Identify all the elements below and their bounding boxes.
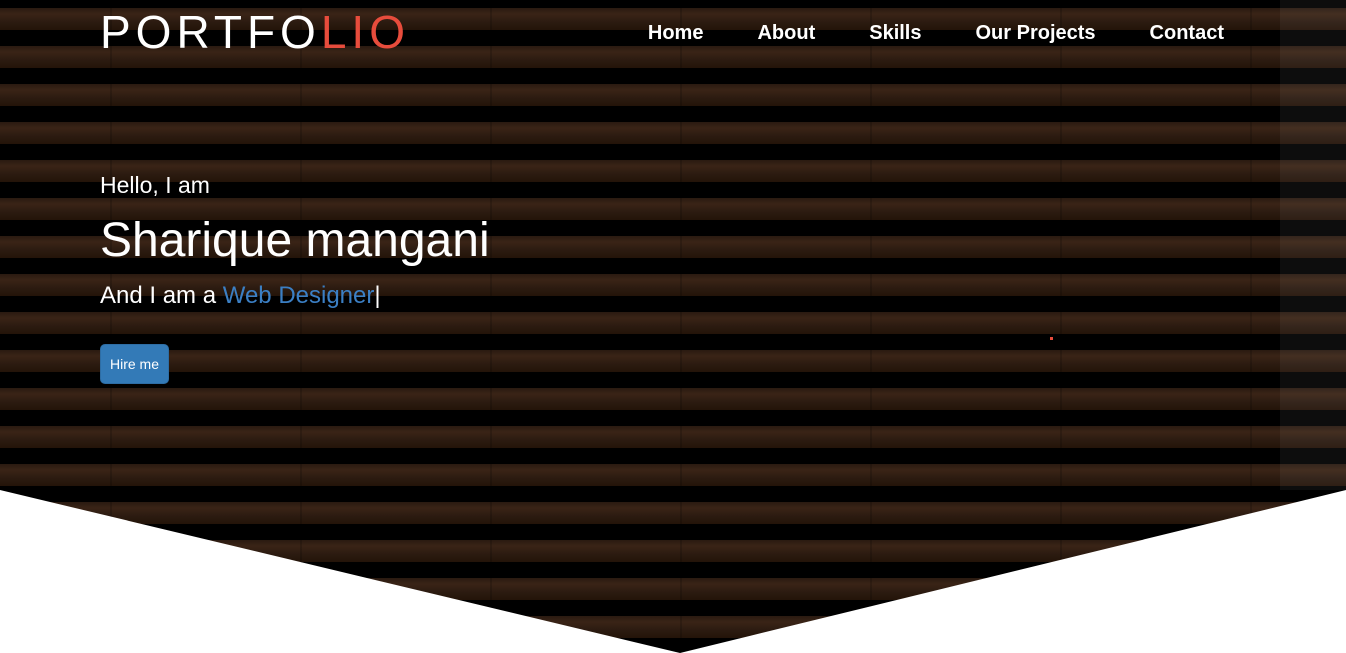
nav-item-home[interactable]: Home (648, 20, 704, 46)
decorative-dot (1050, 337, 1053, 340)
nav-item-about[interactable]: About (757, 20, 815, 46)
wood-texture-overlay (0, 0, 1346, 653)
nav-item-contact[interactable]: Contact (1150, 20, 1224, 46)
hero-greeting: Hello, I am (100, 172, 210, 198)
nav-item-our-projects[interactable]: Our Projects (976, 20, 1096, 46)
logo-accent-text: LIO (320, 6, 410, 58)
role-highlight: Web Designer (222, 282, 375, 309)
hero-role-line: And I am a Web Designer| (100, 282, 381, 310)
hero-section (0, 0, 1346, 653)
hero-name: Sharique mangani (100, 214, 490, 267)
background-edge-strip (1280, 0, 1346, 490)
hire-me-button[interactable]: Hire me (100, 344, 169, 384)
role-prefix: And I am a (100, 282, 223, 309)
main-nav: Home About Skills Our Projects Contact (648, 20, 1224, 46)
site-logo[interactable]: PORTFOLIO (100, 6, 410, 58)
logo-main-text: PORTFO (100, 6, 321, 58)
nav-item-skills[interactable]: Skills (869, 20, 921, 46)
typing-cursor: | (374, 282, 381, 309)
